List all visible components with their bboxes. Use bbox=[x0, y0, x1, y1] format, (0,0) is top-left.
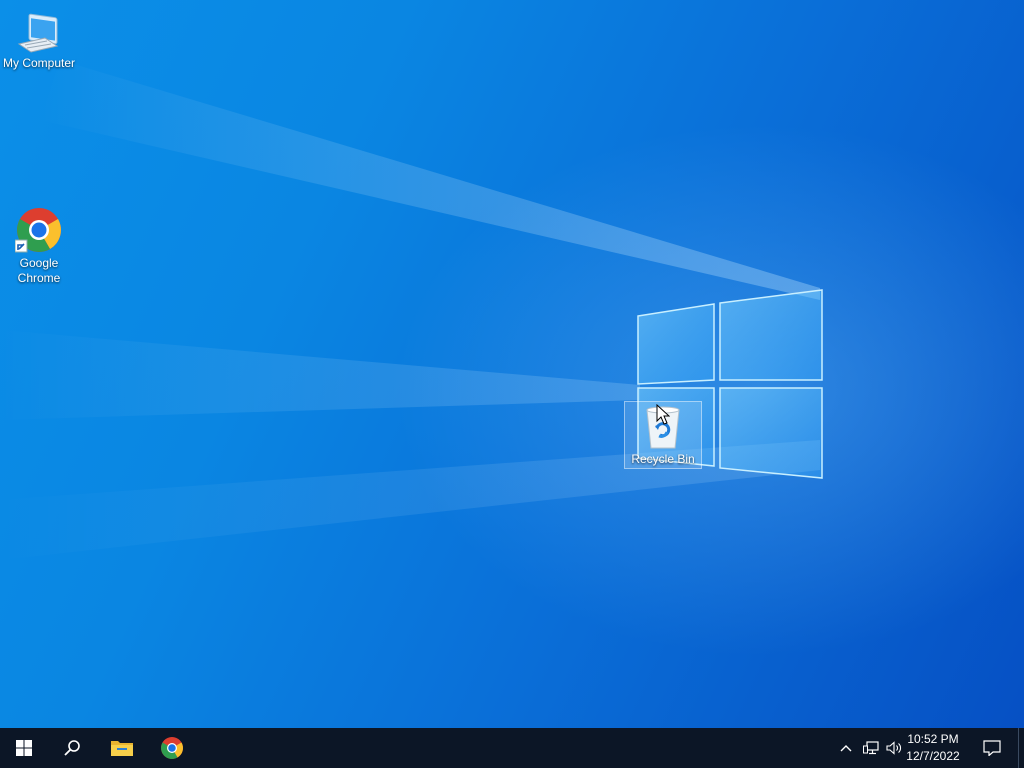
mouse-cursor-icon bbox=[656, 404, 670, 425]
taskbar: 10:52 PM 12/7/2022 bbox=[0, 728, 1024, 768]
clock-date: 12/7/2022 bbox=[906, 749, 960, 763]
chevron-up-icon bbox=[840, 745, 852, 752]
desktop-icon-my-computer[interactable]: My Computer bbox=[1, 8, 77, 71]
clock[interactable]: 10:52 PM 12/7/2022 bbox=[900, 731, 966, 765]
network-button[interactable] bbox=[860, 728, 882, 768]
windows-start-icon bbox=[16, 740, 32, 756]
taskbar-file-explorer[interactable] bbox=[98, 728, 146, 768]
taskbar-chrome[interactable] bbox=[148, 728, 196, 768]
computer-icon bbox=[17, 13, 59, 53]
desktop-icon-label: Google Chrome bbox=[17, 256, 61, 285]
search-button[interactable] bbox=[48, 728, 96, 768]
search-icon bbox=[64, 740, 80, 756]
desktop-icon-label: Recycle Bin bbox=[631, 452, 695, 466]
action-center-button[interactable] bbox=[976, 728, 1008, 768]
wallpaper-light-rays bbox=[0, 60, 820, 560]
desktop[interactable]: My Computer Google Chrome Recycle Bin bbox=[0, 0, 1024, 728]
show-desktop-button[interactable] bbox=[1018, 728, 1024, 768]
network-icon bbox=[863, 741, 879, 755]
desktop-icon-label: My Computer bbox=[2, 56, 76, 70]
clock-time: 10:52 PM bbox=[907, 732, 959, 746]
chrome-icon bbox=[161, 737, 183, 759]
start-button[interactable] bbox=[0, 728, 48, 768]
file-explorer-icon bbox=[111, 741, 133, 756]
chrome-icon bbox=[15, 208, 61, 253]
desktop-icon-google-chrome[interactable]: Google Chrome bbox=[1, 206, 77, 286]
action-center-icon bbox=[983, 740, 1001, 756]
show-hidden-icons-button[interactable] bbox=[836, 728, 856, 768]
